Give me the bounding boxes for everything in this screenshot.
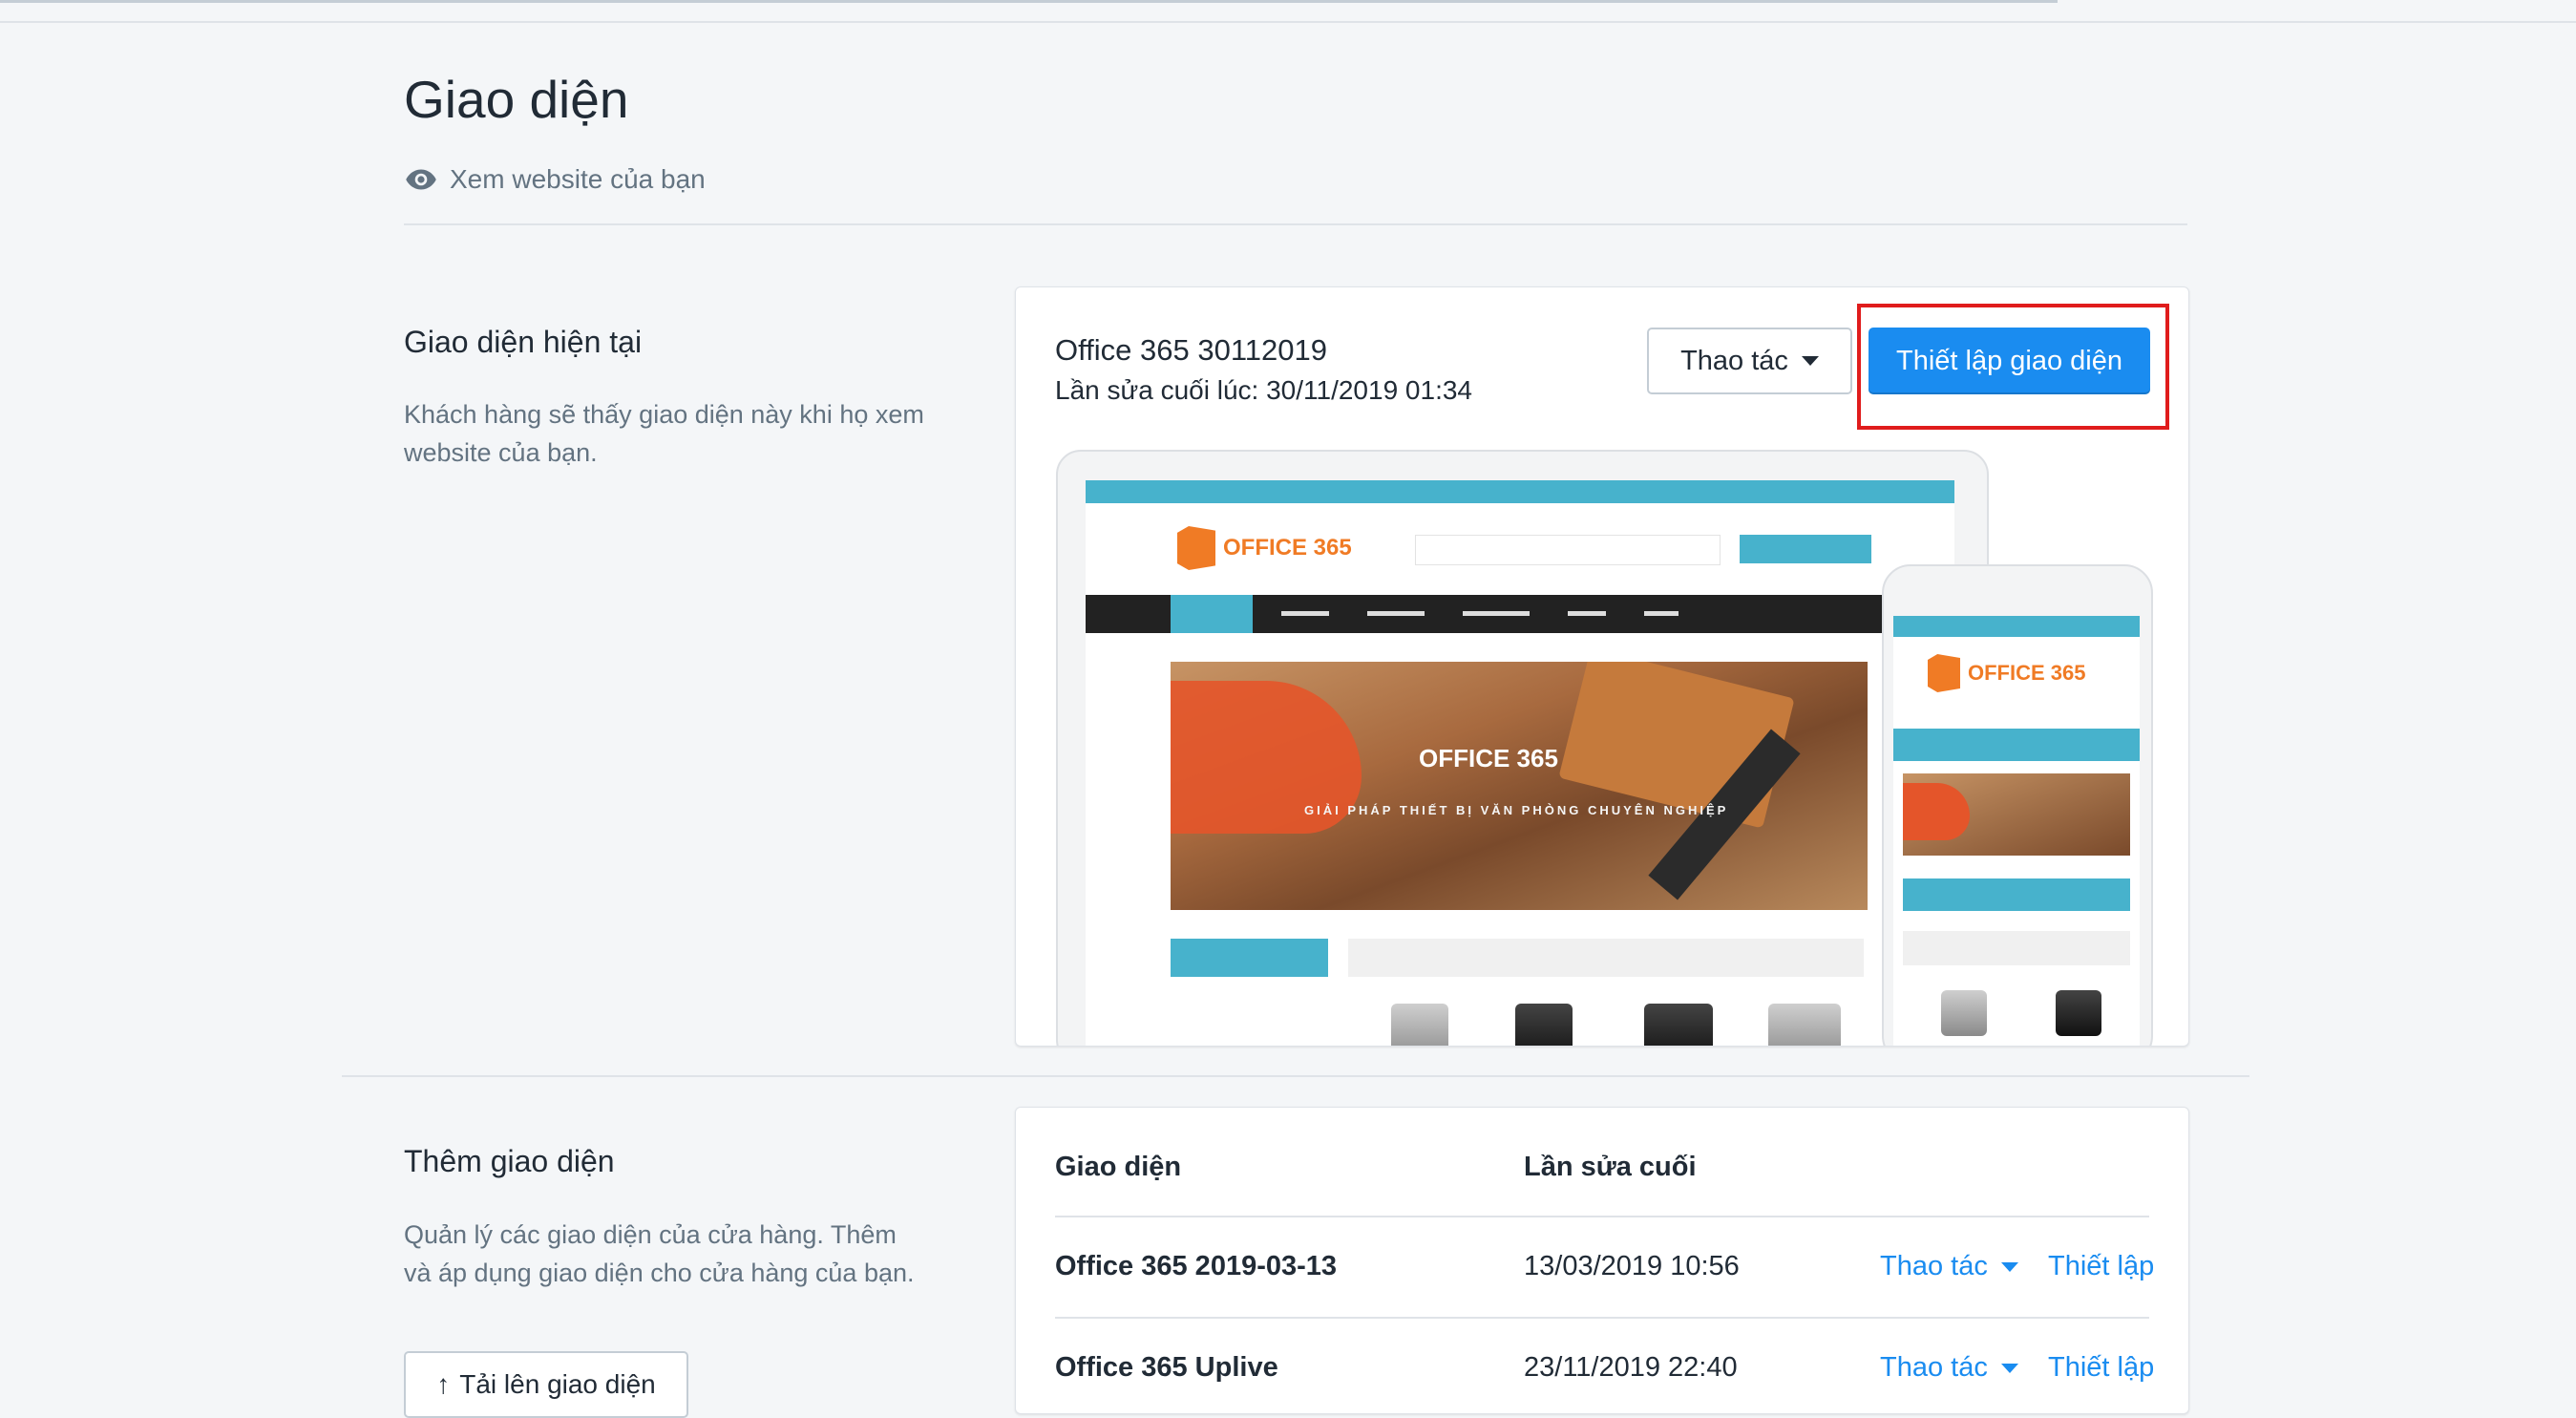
preview-banner-title: OFFICE 365 xyxy=(1419,744,1558,772)
preview-search-box xyxy=(1415,535,1721,565)
preview-printer-image xyxy=(1941,990,1987,1036)
preview-nav-item xyxy=(1644,611,1679,616)
preview-nav-item xyxy=(1367,611,1425,616)
preview-printer-image xyxy=(1391,1004,1448,1046)
current-theme-description: Khách hàng sẽ thấy giao diện này khi họ … xyxy=(404,400,924,467)
mobile-preview-products-header xyxy=(1903,931,2130,965)
preview-printer-image xyxy=(2056,990,2101,1036)
preview-category-title xyxy=(1171,939,1328,977)
theme-actions-label: Thao tác xyxy=(1680,345,1788,376)
theme-preview[interactable]: OFFICE 365 OFFICE 365 GIẢI PHÁP THIẾT BỊ… xyxy=(1056,450,2153,1046)
current-theme-card: Office 365 30112019 Lần sửa cuối lúc: 30… xyxy=(1015,286,2189,1047)
mobile-preview-topbar xyxy=(1893,616,2140,637)
caret-down-icon xyxy=(2000,1363,2018,1373)
preview-logo-text: OFFICE 365 xyxy=(1223,535,1352,561)
add-theme-heading: Thêm giao diện xyxy=(404,1144,615,1178)
mobile-preview-menu-bar xyxy=(1893,729,2140,761)
theme-row-customize-link[interactable]: Thiết lập xyxy=(2048,1352,2154,1384)
office-logo-icon xyxy=(1928,654,1960,692)
top-progress-bar xyxy=(0,0,2058,3)
view-website-label: Xem website của bạn xyxy=(450,164,706,194)
preview-banner-subtitle: GIẢI PHÁP THIẾT BỊ VĂN PHÒNG CHUYÊN NGHI… xyxy=(1304,803,1729,817)
preview-cart-box xyxy=(1740,535,1871,563)
mobile-logo-text: OFFICE 365 xyxy=(1968,661,2086,685)
preview-nav-item xyxy=(1281,611,1329,616)
upload-arrow-icon: ↑ xyxy=(436,1369,451,1399)
table-divider xyxy=(1055,1317,2149,1319)
highlight-box xyxy=(1857,304,2169,430)
preview-logo: OFFICE 365 xyxy=(1177,526,1352,570)
current-theme-name: Office 365 30112019 xyxy=(1055,333,1327,367)
theme-row-date: 13/03/2019 10:56 xyxy=(1524,1251,1740,1281)
eye-icon xyxy=(406,169,436,190)
current-theme-last-edited: Lần sửa cuối lúc: 30/11/2019 01:34 xyxy=(1055,375,1472,405)
theme-row-actions-dropdown[interactable]: Thao tác xyxy=(1880,1352,2018,1384)
preview-nav xyxy=(1086,595,1954,633)
page-title: Giao diện xyxy=(404,70,629,129)
theme-row-actions-label: Thao tác xyxy=(1880,1352,1988,1383)
theme-row-name: Office 365 2019-03-13 xyxy=(1055,1251,1338,1281)
upload-theme-button[interactable]: ↑ Tải lên giao diện xyxy=(404,1351,688,1418)
mobile-preview-logo: OFFICE 365 xyxy=(1928,654,2085,692)
preview-printer-image xyxy=(1644,1004,1713,1046)
theme-row-actions-label: Thao tác xyxy=(1880,1251,1988,1281)
preview-printer-image xyxy=(1515,1004,1573,1046)
table-divider xyxy=(1055,1216,2149,1217)
theme-row-name: Office 365 Uplive xyxy=(1055,1352,1278,1383)
mobile-preview-banner xyxy=(1903,773,2130,856)
preview-nav-item xyxy=(1463,611,1530,616)
themes-table-card: Giao diện Lần sửa cuối Office 365 2019-0… xyxy=(1015,1107,2189,1414)
mobile-chair-shape xyxy=(1903,783,1970,840)
desktop-preview-frame: OFFICE 365 OFFICE 365 GIẢI PHÁP THIẾT BỊ… xyxy=(1056,450,1989,1046)
preview-products-header xyxy=(1348,939,1864,977)
view-website-link[interactable]: Xem website của bạn xyxy=(404,162,706,197)
mobile-preview-screen: OFFICE 365 xyxy=(1893,616,2140,1046)
mobile-preview-category xyxy=(1903,878,2130,911)
upload-theme-label: Tải lên giao diện xyxy=(459,1369,656,1399)
theme-row-actions-dropdown[interactable]: Thao tác xyxy=(1880,1251,2018,1282)
section-divider xyxy=(342,1075,2249,1077)
caret-down-icon xyxy=(1801,356,1819,366)
theme-row-customize-link[interactable]: Thiết lập xyxy=(2048,1251,2154,1282)
desktop-preview-screen: OFFICE 365 OFFICE 365 GIẢI PHÁP THIẾT BỊ… xyxy=(1086,480,1954,1046)
caret-down-icon xyxy=(2000,1261,2018,1272)
office-logo-icon xyxy=(1177,526,1215,570)
preview-banner: OFFICE 365 GIẢI PHÁP THIẾT BỊ VĂN PHÒNG … xyxy=(1171,662,1868,910)
mobile-preview-frame: OFFICE 365 xyxy=(1882,564,2153,1046)
header-divider xyxy=(404,223,2187,225)
theme-row-date: 23/11/2019 22:40 xyxy=(1524,1352,1738,1383)
preview-topbar xyxy=(1086,480,1954,503)
preview-printer-image xyxy=(1768,1004,1841,1046)
top-progress-area xyxy=(0,0,2576,23)
theme-actions-dropdown[interactable]: Thao tác xyxy=(1647,328,1852,394)
preview-header: OFFICE 365 xyxy=(1086,503,1954,595)
column-header-theme: Giao diện xyxy=(1055,1152,1182,1182)
current-theme-heading: Giao diện hiện tại xyxy=(404,325,643,359)
preview-nav-active xyxy=(1171,595,1253,633)
preview-nav-item xyxy=(1568,611,1606,616)
add-theme-description: Quản lý các giao diện của cửa hàng. Thêm… xyxy=(404,1220,915,1287)
column-header-last-edited: Lần sửa cuối xyxy=(1524,1152,1697,1182)
